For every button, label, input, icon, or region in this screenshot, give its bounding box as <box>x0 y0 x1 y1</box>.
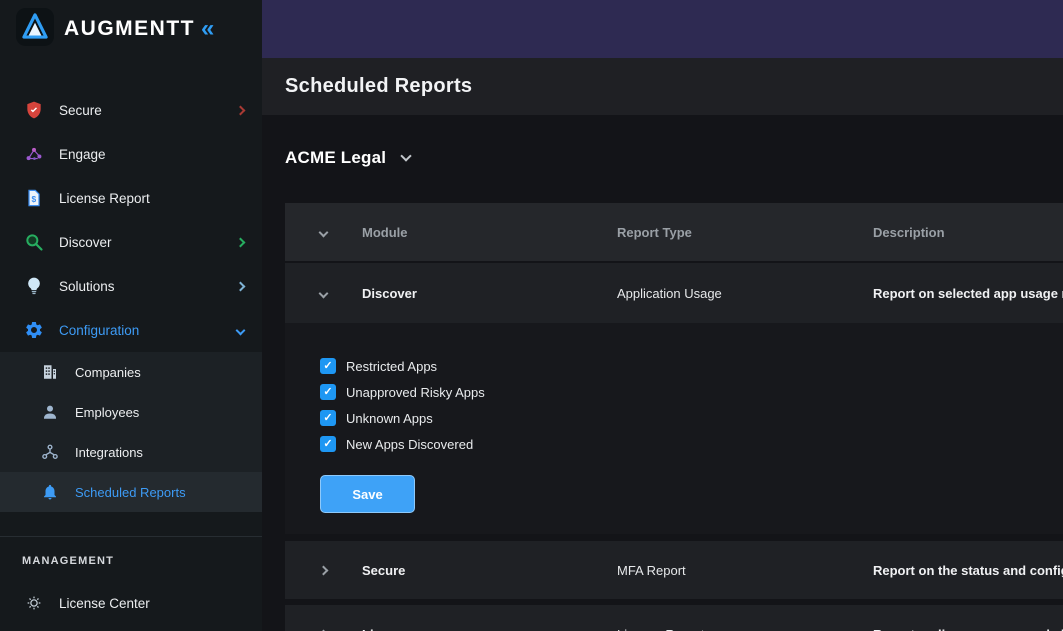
sidebar-item-label: Companies <box>75 365 244 380</box>
chevron-right-icon <box>236 105 246 115</box>
chevron-down-icon <box>319 227 329 237</box>
sidebar-item-label: Discover <box>59 235 237 250</box>
chevron-down-icon <box>236 325 246 335</box>
building-icon <box>40 362 60 382</box>
checkbox-row: Unapproved Risky Apps <box>320 379 1063 405</box>
sitemap-icon <box>40 442 60 462</box>
network-icon <box>24 144 44 164</box>
row-expand-toggle[interactable] <box>285 290 362 297</box>
checkbox-row: Unknown Apps <box>320 405 1063 431</box>
table-header-row: Module Report Type Description <box>285 203 1063 261</box>
checkbox-row: Restricted Apps <box>320 353 1063 379</box>
logo-text: AUGMENTT <box>64 17 195 41</box>
row-expand-toggle[interactable] <box>285 567 362 574</box>
configuration-submenu: Companies Employees Integrations Schedul… <box>0 352 262 512</box>
sidebar-item-label: Engage <box>59 147 244 162</box>
sidebar-item-engage[interactable]: Engage <box>0 132 262 176</box>
sidebar-item-license-center[interactable]: License Center <box>0 581 262 625</box>
column-header-report-type: Report Type <box>617 225 873 240</box>
sidebar-item-secure[interactable]: Secure <box>0 88 262 132</box>
sidebar-collapse-icon[interactable]: « <box>201 17 214 41</box>
row-description: Report on selected app usage metrics <box>873 286 1063 301</box>
save-button[interactable]: Save <box>320 475 415 513</box>
page-title: Scheduled Reports <box>285 75 472 98</box>
logo-row: AUGMENTT « <box>0 0 262 58</box>
sidebar-nav: Secure Engage $ License Report Discover <box>0 88 262 625</box>
license-gear-icon <box>24 593 44 613</box>
sidebar-item-companies[interactable]: Companies <box>0 352 262 392</box>
checkbox-unknown-apps[interactable] <box>320 410 336 426</box>
checkbox-unapproved-risky-apps[interactable] <box>320 384 336 400</box>
sidebar-item-label: Employees <box>75 405 244 420</box>
chevron-right-icon <box>319 565 329 575</box>
row-report-type: License Report <box>617 627 873 631</box>
person-icon <box>40 402 60 422</box>
chevron-down-icon <box>319 288 329 298</box>
augmentt-logo <box>16 8 54 51</box>
sidebar-item-label: Solutions <box>59 279 237 294</box>
column-header-description: Description <box>873 225 1063 240</box>
checkbox-restricted-apps[interactable] <box>320 358 336 374</box>
chevron-right-icon <box>236 237 246 247</box>
chevron-right-icon <box>236 281 246 291</box>
shield-icon <box>24 100 44 120</box>
sidebar-item-label: Secure <box>59 103 237 118</box>
document-dollar-icon: $ <box>24 188 44 208</box>
chevron-down-icon <box>401 150 412 161</box>
sidebar-item-label: Integrations <box>75 445 244 460</box>
management-section-label: MANAGEMENT <box>0 555 262 581</box>
sidebar-item-configuration[interactable]: Configuration <box>0 308 262 352</box>
main-content: ACME Legal Module Report Type Descriptio… <box>262 115 1063 631</box>
bell-icon <box>40 482 60 502</box>
discover-options-panel: Restricted Apps Unapproved Risky Apps Un… <box>285 323 1063 534</box>
company-selector[interactable]: ACME Legal <box>285 144 410 172</box>
sidebar-item-integrations[interactable]: Integrations <box>0 432 262 472</box>
checkbox-new-apps-discovered[interactable] <box>320 436 336 452</box>
table-row-license: License License Report Report on license… <box>285 605 1063 631</box>
row-report-type: Application Usage <box>617 286 873 301</box>
collapse-all-toggle[interactable] <box>285 229 362 236</box>
row-report-type: MFA Report <box>617 563 873 578</box>
row-module: Discover <box>362 286 617 301</box>
sidebar-item-scheduled-reports[interactable]: Scheduled Reports <box>0 472 262 512</box>
row-description: Report on license usage and changes <box>873 627 1063 631</box>
sidebar-item-solutions[interactable]: Solutions <box>0 264 262 308</box>
sidebar-item-license-report[interactable]: $ License Report <box>0 176 262 220</box>
checkbox-label: Restricted Apps <box>346 359 437 374</box>
row-description: Report on the status and configuration <box>873 563 1063 578</box>
table-row-secure: Secure MFA Report Report on the status a… <box>285 541 1063 599</box>
table-row-discover: Discover Application Usage Report on sel… <box>285 263 1063 323</box>
sidebar-item-employees[interactable]: Employees <box>0 392 262 432</box>
checkbox-label: New Apps Discovered <box>346 437 473 452</box>
sidebar-item-label: Scheduled Reports <box>75 485 244 500</box>
sidebar-item-label: License Report <box>59 191 244 206</box>
gear-icon <box>24 320 44 340</box>
sidebar: AUGMENTT « Secure Engage $ License Repor… <box>0 0 262 631</box>
row-module: Secure <box>362 563 617 578</box>
checkbox-label: Unknown Apps <box>346 411 433 426</box>
sidebar-item-label: License Center <box>59 596 244 611</box>
checkbox-label: Unapproved Risky Apps <box>346 385 485 400</box>
row-module: License <box>362 627 617 631</box>
topbar <box>262 0 1063 58</box>
column-header-module: Module <box>362 225 617 240</box>
lightbulb-icon <box>24 276 44 296</box>
management-section: MANAGEMENT License Center <box>0 536 262 625</box>
checkbox-row: New Apps Discovered <box>320 431 1063 457</box>
sidebar-item-discover[interactable]: Discover <box>0 220 262 264</box>
company-name: ACME Legal <box>285 148 386 168</box>
scheduled-reports-table: Module Report Type Description Discover … <box>285 203 1063 631</box>
sidebar-item-label: Configuration <box>59 323 237 338</box>
page-header: Scheduled Reports <box>262 58 1063 115</box>
magnifier-icon <box>24 232 44 252</box>
svg-text:$: $ <box>32 194 37 204</box>
